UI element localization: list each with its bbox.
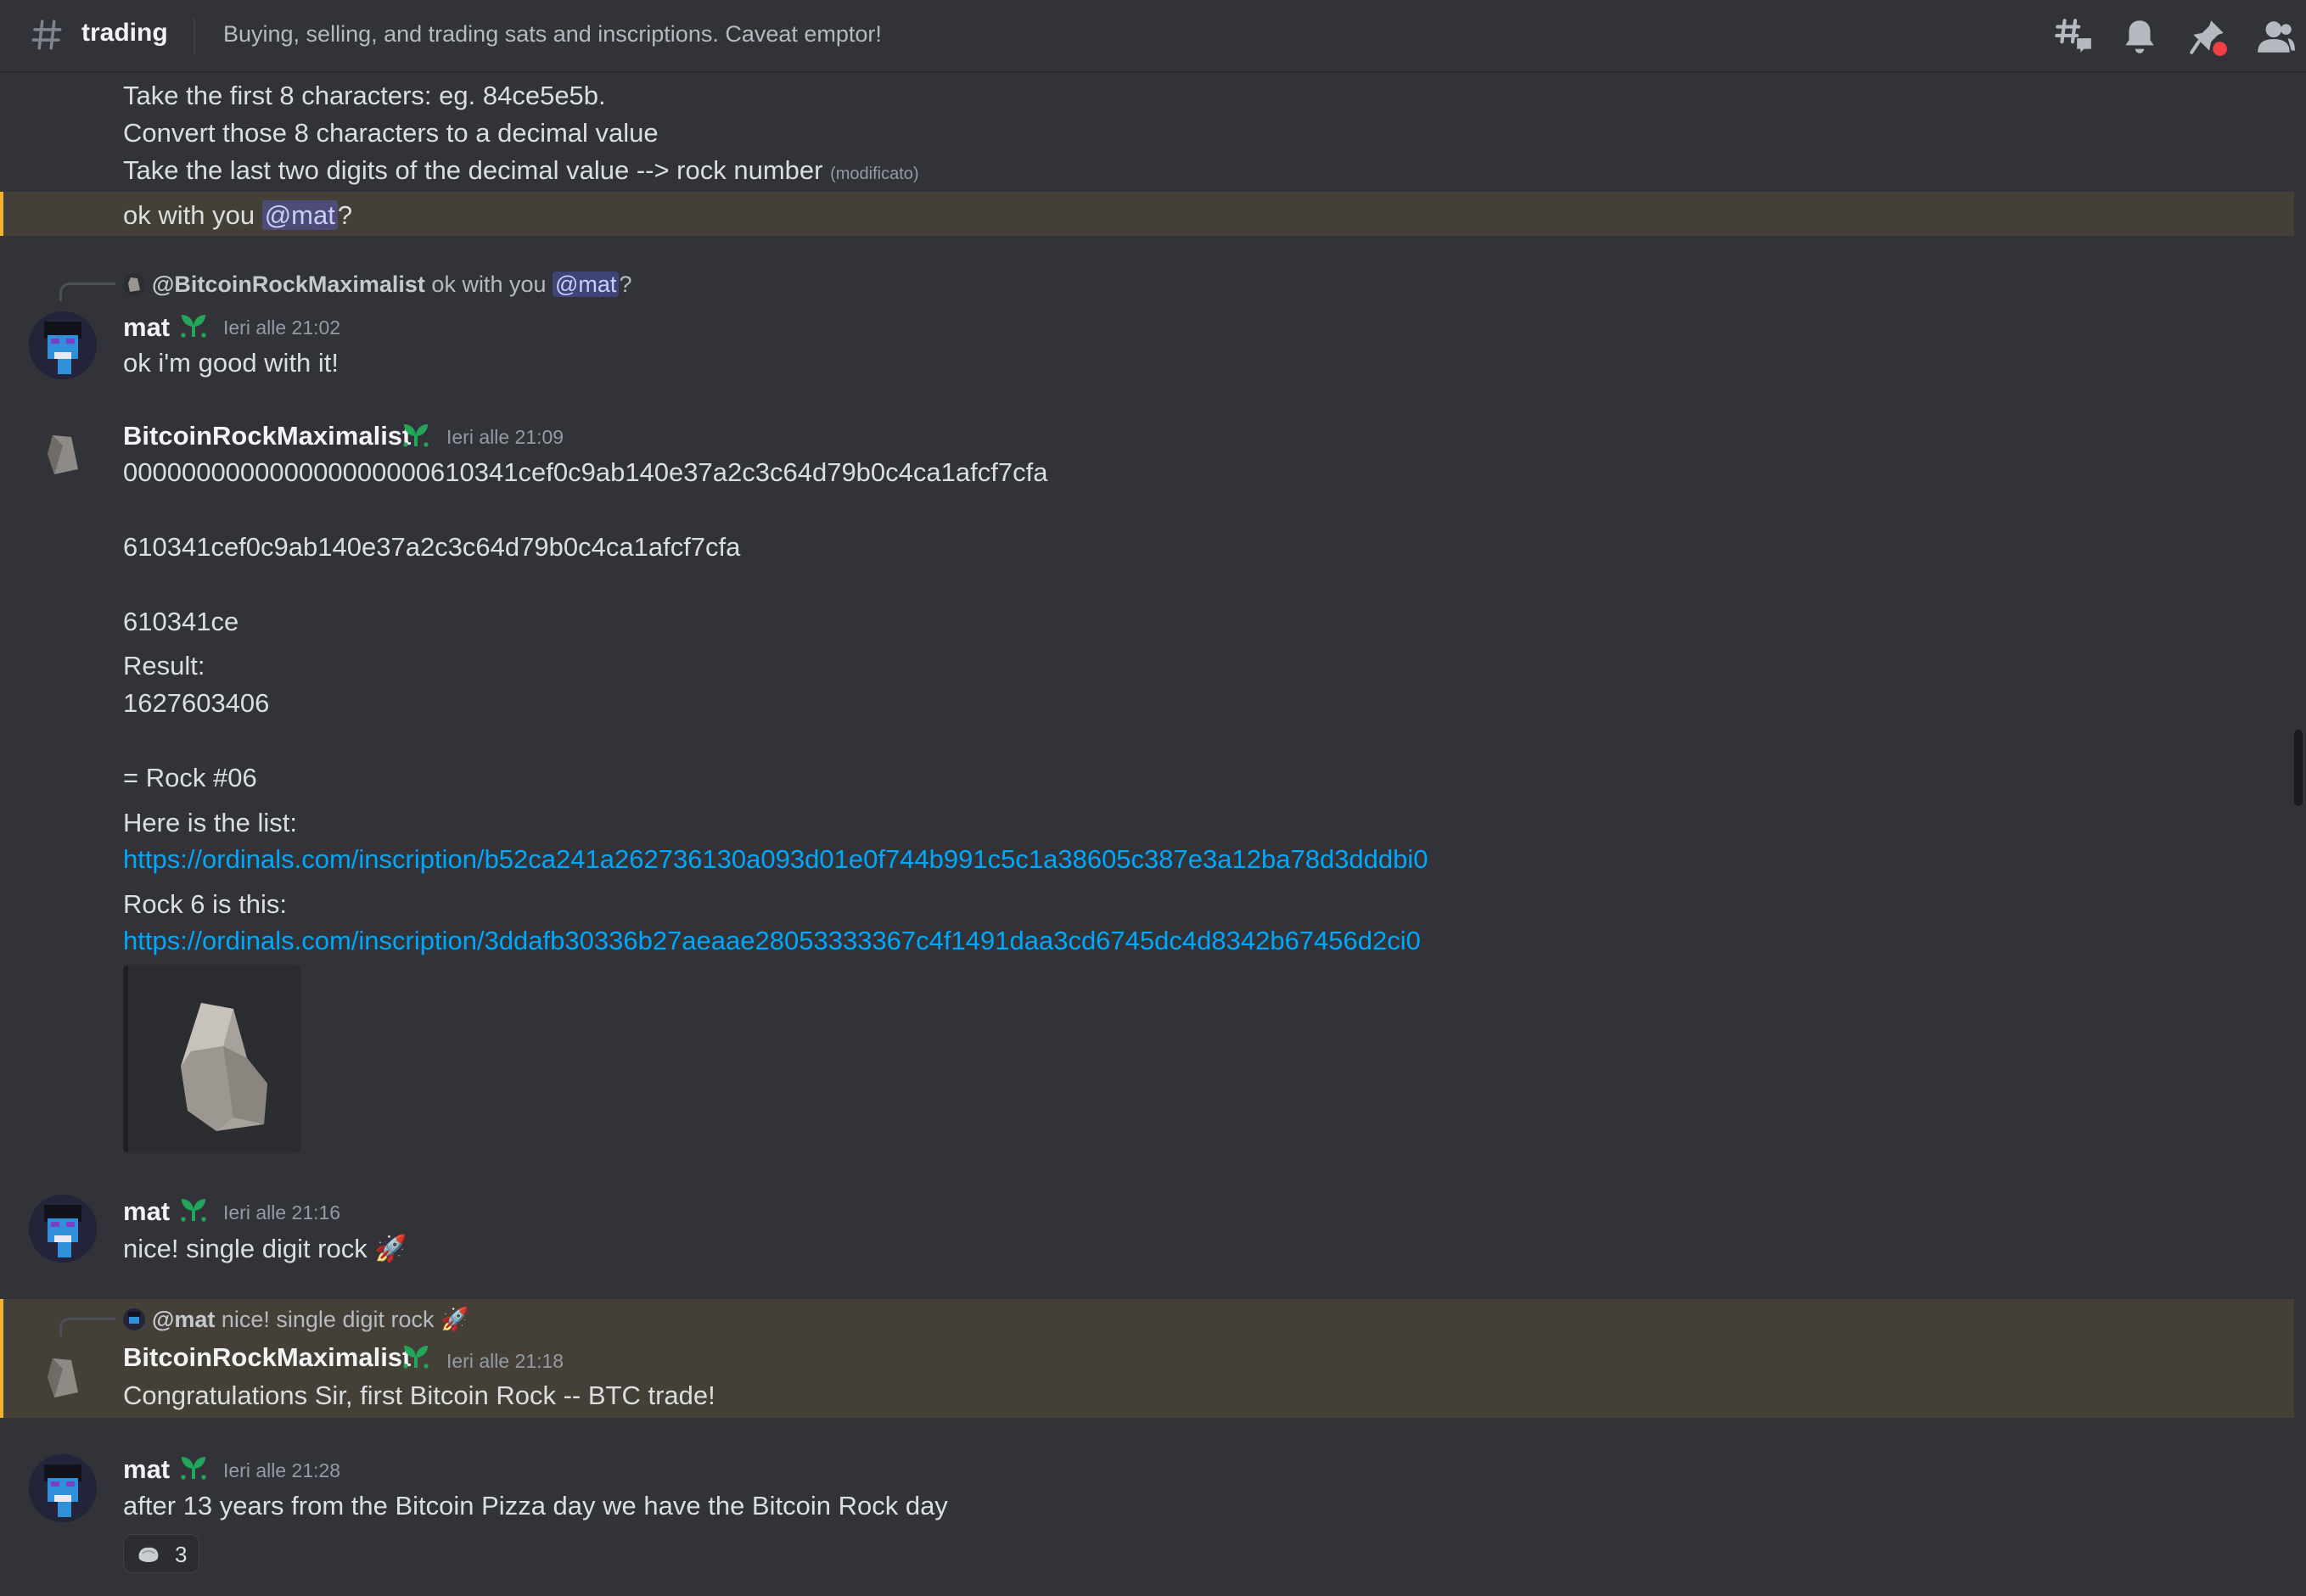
- sprout-badge-icon[interactable]: [399, 1341, 433, 1371]
- sprout-badge-icon[interactable]: [399, 419, 433, 450]
- message-line: Rock 6 is this:: [123, 889, 287, 919]
- pixel-avatar-icon: [29, 1195, 97, 1263]
- message-text: nice! single digit rock: [123, 1234, 368, 1263]
- message-line: Take the first 8 characters: eg. 84ce5e5…: [123, 81, 606, 110]
- reply-preview[interactable]: @mat nice! single digit rock 🚀: [123, 1306, 469, 1333]
- timestamp[interactable]: Ieri alle 21:18: [446, 1350, 564, 1373]
- reaction-count: 3: [175, 1542, 188, 1567]
- pixel-avatar-icon: [29, 311, 97, 379]
- message-line: nice! single digit rock 🚀: [123, 1233, 407, 1264]
- pixel-avatar-icon: [29, 1454, 97, 1522]
- message-line: ok with you @mat?: [123, 200, 353, 230]
- mention-highlight-bar: [0, 192, 3, 236]
- pixel-avatar-mini: [123, 1308, 145, 1330]
- author-name[interactable]: mat: [123, 312, 170, 343]
- mention-highlight-bar: [0, 1299, 3, 1418]
- channel-header: trading Buying, selling, and trading sat…: [0, 0, 2306, 73]
- timestamp[interactable]: Ieri alle 21:09: [446, 426, 564, 449]
- message-line: = Rock #06: [123, 763, 257, 792]
- avatar[interactable]: [29, 1195, 97, 1263]
- message-line: Take the last two digits of the decimal …: [123, 155, 919, 186]
- sprout-badge-icon[interactable]: [177, 310, 210, 340]
- hashtag-icon: [31, 20, 62, 50]
- timestamp[interactable]: Ieri alle 21:28: [223, 1459, 340, 1482]
- reply-spine: [59, 1318, 115, 1336]
- avatar[interactable]: [29, 1454, 97, 1522]
- avatar[interactable]: [29, 1343, 97, 1411]
- channel-name: trading: [81, 19, 168, 47]
- channel-topic[interactable]: Buying, selling, and trading sats and in…: [223, 21, 882, 48]
- threads-icon[interactable]: [2052, 15, 2095, 58]
- pin-icon[interactable]: [2186, 15, 2229, 58]
- reply-preview[interactable]: @BitcoinRockMaximalist ok with you @mat?: [123, 272, 631, 298]
- members-icon[interactable]: [2254, 15, 2297, 58]
- reaction-button[interactable]: 3: [123, 1534, 199, 1573]
- bell-icon[interactable]: [2118, 15, 2161, 58]
- rocket-emoji: 🚀: [374, 1234, 407, 1263]
- header-divider: [194, 19, 195, 54]
- message-line: 610341ce: [123, 607, 239, 636]
- author-name[interactable]: mat: [123, 1196, 170, 1227]
- avatar[interactable]: [29, 311, 97, 379]
- timestamp[interactable]: Ieri alle 21:02: [223, 316, 340, 339]
- message-line: Convert those 8 characters to a decimal …: [123, 118, 659, 148]
- sprout-badge-icon[interactable]: [177, 1194, 210, 1224]
- timestamp[interactable]: Ieri alle 21:16: [223, 1201, 340, 1224]
- user-mention[interactable]: @mat: [261, 200, 338, 230]
- user-mention[interactable]: @mat: [553, 272, 620, 297]
- rocket-emoji: 🚀: [440, 1307, 469, 1332]
- message-text: ok with you: [123, 200, 255, 230]
- rock-icon: [138, 1547, 159, 1563]
- message-line: 610341cef0c9ab140e37a2c3c64d79b0c4ca1afc…: [123, 532, 741, 562]
- unread-dot: [2213, 42, 2227, 56]
- message-line: 000000000000000000000610341cef0c9ab140e3…: [123, 457, 1048, 487]
- author-name[interactable]: BitcoinRockMaximalist: [123, 1342, 411, 1373]
- rock-avatar-mini: [123, 273, 145, 295]
- message-line: Here is the list:: [123, 808, 298, 837]
- rock-avatar-icon: [48, 1358, 78, 1397]
- message-line: Result:: [123, 651, 205, 680]
- message-text: ok i'm good with it!: [123, 348, 339, 378]
- message-text: Take the last two digits of the decimal …: [123, 155, 823, 185]
- reply-author[interactable]: @mat: [152, 1307, 215, 1332]
- message-text: after 13 years from the Bitcoin Pizza da…: [123, 1491, 948, 1520]
- sprout-badge-icon[interactable]: [177, 1452, 210, 1482]
- reply-author[interactable]: @BitcoinRockMaximalist: [152, 272, 425, 297]
- inscription-link[interactable]: https://ordinals.com/inscription/3ddafb3…: [123, 926, 1421, 956]
- scrollbar-thumb[interactable]: [2294, 730, 2303, 806]
- reply-spine: [59, 283, 115, 301]
- rock-image-icon: [123, 965, 267, 1153]
- inscription-link[interactable]: https://ordinals.com/inscription/b52ca24…: [123, 844, 1428, 875]
- author-name[interactable]: BitcoinRockMaximalist: [123, 421, 411, 451]
- message-line: 1627603406: [123, 688, 270, 718]
- avatar[interactable]: [29, 420, 97, 488]
- edited-label: (modificato): [830, 165, 919, 183]
- message-text: Congratulations Sir, first Bitcoin Rock …: [123, 1380, 715, 1410]
- author-name[interactable]: mat: [123, 1454, 170, 1485]
- image-embed[interactable]: [123, 965, 301, 1153]
- rock-avatar-icon: [48, 435, 78, 474]
